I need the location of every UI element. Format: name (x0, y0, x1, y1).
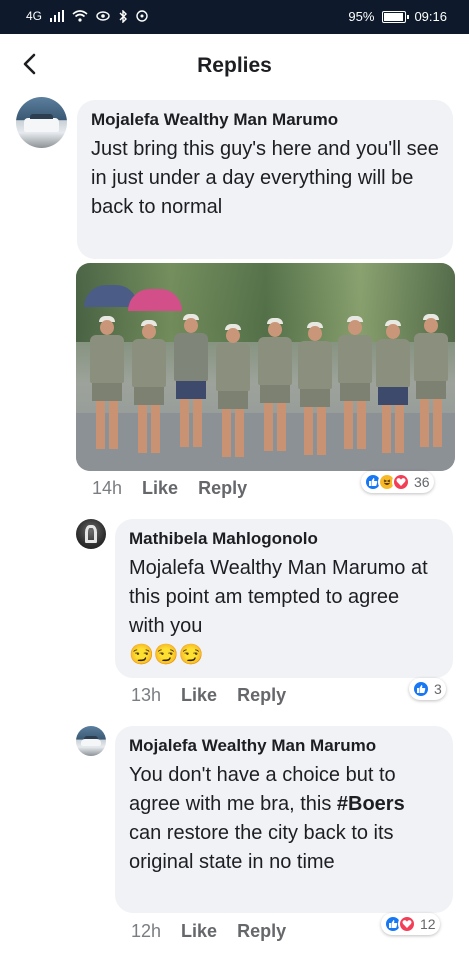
photo-person (216, 324, 250, 457)
comment-bubble: Mathibela Mahlogonolo Mojalefa Wealthy M… (115, 519, 453, 678)
reaction-summary[interactable]: 3 (409, 678, 446, 700)
love-reaction-icon (392, 473, 410, 491)
reaction-summary[interactable]: 12 (381, 913, 440, 935)
comment-photo[interactable] (76, 263, 455, 471)
reaction-count: 12 (420, 916, 436, 932)
like-button[interactable]: Like (181, 685, 217, 706)
reaction-summary[interactable]: 36 (361, 471, 434, 493)
eye-comfort-icon (96, 11, 110, 21)
comment-time: 12h (131, 921, 162, 941)
like-reaction-icon (412, 680, 430, 698)
reaction-count: 36 (414, 474, 430, 490)
comment-author[interactable]: Mojalefa Wealthy Man Marumo (129, 736, 439, 756)
photo-person (174, 314, 208, 447)
photo-person (258, 318, 292, 451)
comment-text: Just bring this guy's here and you'll se… (91, 138, 439, 218)
bluetooth-icon (119, 9, 128, 23)
photo-person (90, 316, 124, 449)
avatar[interactable] (76, 519, 106, 549)
reply-button[interactable]: Reply (237, 921, 286, 942)
like-button[interactable]: Like (142, 478, 178, 499)
comment-actions: 12h Like Reply (131, 921, 286, 942)
like-button[interactable]: Like (181, 921, 217, 942)
comment-text: Mojalefa Wealthy Man Marumo at this poin… (129, 557, 428, 637)
car-image (24, 113, 59, 132)
comment-emojis: 😏😏😏 (129, 644, 204, 666)
signal-icon (50, 10, 65, 22)
page-title: Replies (197, 54, 272, 77)
love-reaction-icon (398, 915, 416, 933)
wifi-icon (72, 10, 88, 22)
reply-button[interactable]: Reply (237, 685, 286, 706)
photo-person (298, 322, 332, 455)
hashtag-link[interactable]: #Boers (337, 793, 405, 815)
status-right: 95% 09:16 (348, 9, 447, 24)
avatar[interactable] (16, 97, 67, 148)
photo-person (132, 320, 166, 453)
network-label: 4G (26, 9, 43, 23)
comment-actions: 14h Like Reply (92, 478, 247, 499)
comment-time: 14h (92, 478, 123, 498)
car-image (80, 735, 102, 747)
comment-bubble: Mojalefa Wealthy Man Marumo You don't ha… (115, 726, 453, 913)
status-bar: 4G 95% 09:16 (0, 0, 469, 34)
reply-button[interactable]: Reply (198, 478, 247, 499)
photo-person (376, 320, 410, 453)
photo-person (338, 316, 372, 449)
battery-icon (382, 10, 410, 23)
comment-time: 13h (131, 685, 162, 705)
comment-text-part: can restore the city back to its origina… (129, 822, 394, 873)
reaction-count: 3 (434, 681, 442, 697)
comment-text: You don't have a choice but to agree wit… (129, 761, 439, 877)
comment-actions: 13h Like Reply (131, 685, 286, 706)
avatar[interactable] (76, 726, 106, 756)
status-icons: 4G (26, 9, 148, 23)
comment-bubble: Mojalefa Wealthy Man Marumo Just bring t… (77, 100, 453, 259)
header: Replies (0, 34, 469, 96)
nfc-icon (136, 10, 148, 22)
battery-percent: 95% (348, 9, 375, 24)
photo-person (414, 314, 448, 447)
comment-author[interactable]: Mathibela Mahlogonolo (129, 529, 439, 549)
comment-author[interactable]: Mojalefa Wealthy Man Marumo (91, 110, 439, 130)
clock: 09:16 (414, 9, 447, 24)
avatar-glyph (85, 525, 97, 543)
battery-fill (384, 12, 403, 21)
